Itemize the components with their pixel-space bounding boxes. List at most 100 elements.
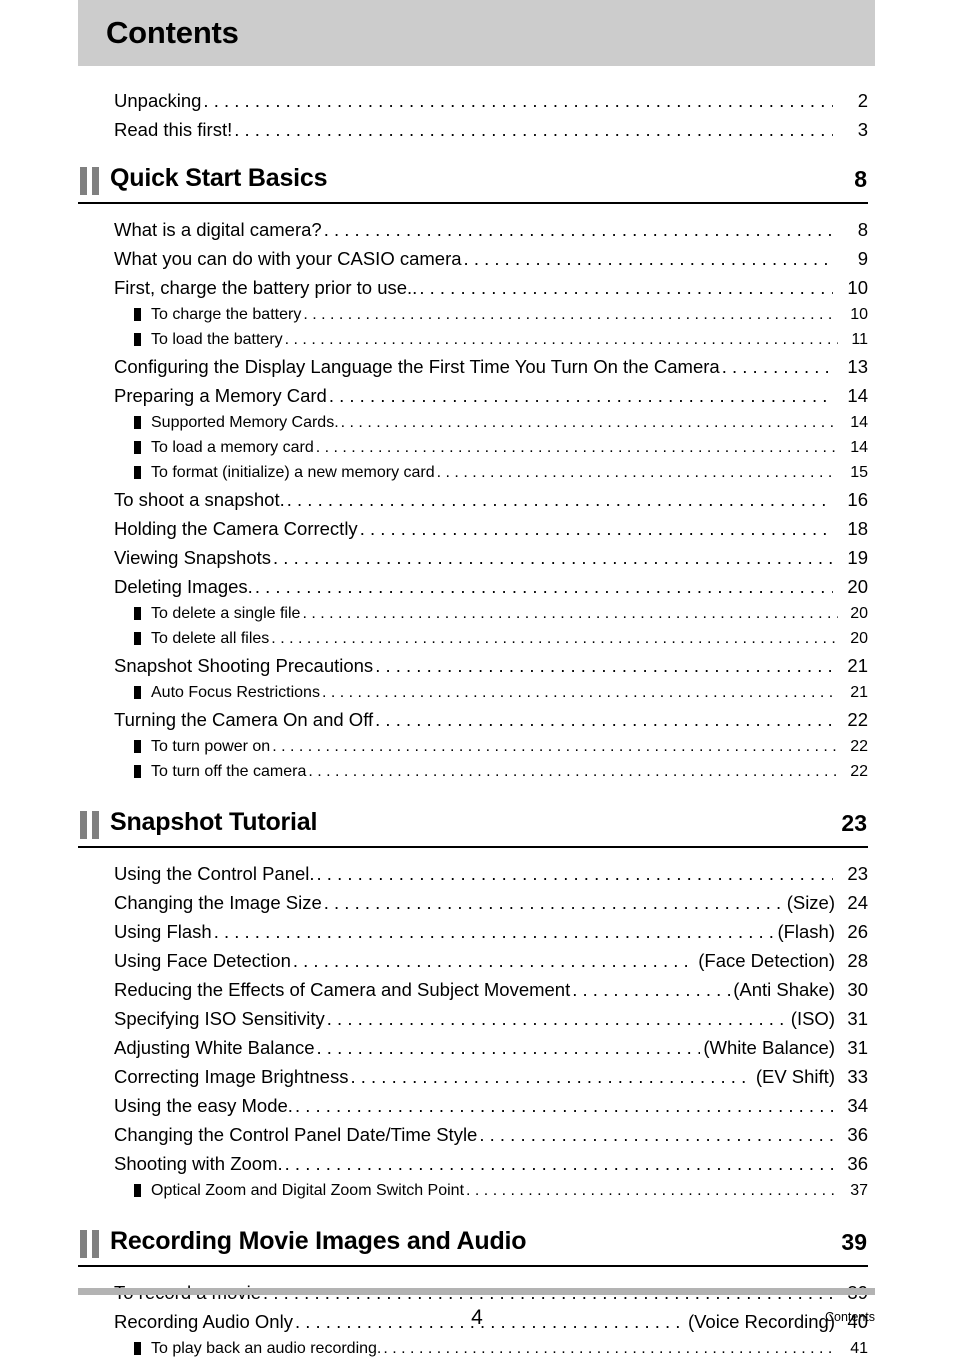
toc-entry[interactable]: Turning the Camera On and Off 22 (114, 705, 868, 734)
toc-entry-page-number: 14 (847, 385, 868, 406)
toc-leader-dots (464, 244, 833, 273)
footer-divider (78, 1288, 875, 1295)
toc-entry-page-number: 24 (847, 892, 868, 913)
toc-entry-label: Configuring the Display Language the Fir… (114, 356, 720, 377)
toc-entry[interactable]: Supported Memory Cards. 14 (132, 410, 868, 435)
toc-leader-dots (293, 946, 695, 975)
toc-entry-page-number: 2 (857, 90, 868, 111)
toc-entry[interactable]: First, charge the battery prior to use..… (114, 273, 868, 302)
double-bar-icon (80, 811, 101, 839)
toc-entry[interactable]: To shoot a snapshot. 16 (114, 485, 868, 514)
toc-entry-label: To charge the battery (151, 306, 302, 323)
toc-entry-label: Using Face Detection (114, 950, 291, 971)
toc-section-header[interactable]: Snapshot Tutorial 23 (78, 806, 868, 848)
toc-leader-dots (302, 601, 838, 626)
square-bullet-icon (134, 686, 141, 699)
toc-entry[interactable]: Correcting Image Brightness (EV Shift) 33 (114, 1062, 868, 1091)
toc-entry[interactable]: To play back an audio recording. 41 (132, 1336, 868, 1361)
square-bullet-icon (134, 308, 141, 321)
toc-leader-dots (327, 1004, 788, 1033)
toc-leader-dots (329, 381, 833, 410)
toc-section-header[interactable]: Recording Movie Images and Audio 39 (78, 1225, 868, 1267)
toc-entry[interactable]: Reducing the Effects of Camera and Subje… (114, 975, 868, 1004)
toc-entry-aux-label: (ISO) (790, 1008, 835, 1029)
toc-leader-dots (295, 1091, 833, 1120)
toc-leader-dots (271, 626, 838, 651)
toc-entry-page-number: 11 (851, 331, 868, 348)
toc-entry[interactable]: Shooting with Zoom. 36 (114, 1149, 868, 1178)
toc-entry-label: Preparing a Memory Card (114, 385, 327, 406)
toc-entry-aux-label: (Anti Shake) (733, 979, 835, 1000)
toc-entry[interactable]: What is a digital camera? 8 (114, 215, 868, 244)
toc-entry[interactable]: Using Flash (Flash) 26 (114, 917, 868, 946)
toc-entry[interactable]: To delete all files 20 (132, 626, 868, 651)
footer-chapter-label: Contents (824, 1310, 875, 1324)
toc-leader-dots (285, 327, 838, 352)
toc-entry[interactable]: Configuring the Display Language the Fir… (114, 352, 868, 381)
toc-leader-dots (317, 859, 833, 888)
toc-entry[interactable]: Using Face Detection (Face Detection) 28 (114, 946, 868, 975)
toc-entry-label: Auto Focus Restrictions (151, 684, 320, 701)
toc-entry[interactable]: Read this first! 3 (114, 115, 868, 144)
toc-entry-page-number: 8 (857, 219, 868, 240)
toc-leader-dots (273, 543, 833, 572)
toc-section-title: Quick Start Basics (110, 164, 328, 192)
square-bullet-icon (134, 1184, 141, 1197)
toc-entry[interactable]: Specifying ISO Sensitivity (ISO) 31 (114, 1004, 868, 1033)
toc-entry-page-number: 22 (847, 709, 868, 730)
square-bullet-icon (134, 333, 141, 346)
toc-section-header[interactable]: Quick Start Basics 8 (78, 162, 868, 204)
toc-section-title: Snapshot Tutorial (110, 808, 318, 836)
toc-entry[interactable]: To load the battery 11 (132, 327, 868, 352)
toc-entry[interactable]: Optical Zoom and Digital Zoom Switch Poi… (132, 1178, 868, 1203)
toc-entry[interactable]: Deleting Images. 20 (114, 572, 868, 601)
double-bar-icon (80, 1230, 101, 1258)
toc-entry-page-number: 9 (857, 248, 868, 269)
toc-entry-label: Using the Control Panel. (114, 863, 315, 884)
toc-entry[interactable]: To load a memory card 14 (132, 435, 868, 460)
toc-entry-label: Correcting Image Brightness (114, 1066, 349, 1087)
toc-leader-dots (285, 1149, 833, 1178)
toc-entry[interactable]: Preparing a Memory Card 14 (114, 381, 868, 410)
toc-entry-label: Read this first! (114, 119, 233, 140)
toc-entry[interactable]: To turn off the camera 22 (132, 759, 868, 784)
toc-entry-page-number: 30 (847, 979, 868, 1000)
toc-entry-page-number: 28 (847, 950, 868, 971)
toc-entry[interactable]: Auto Focus Restrictions 21 (132, 680, 868, 705)
toc-section-title: Recording Movie Images and Audio (110, 1227, 527, 1255)
toc-entry-page-number: 22 (850, 738, 868, 755)
toc-entry[interactable]: To delete a single file 20 (132, 601, 868, 626)
toc-entry-label: First, charge the battery prior to use.. (114, 277, 418, 298)
toc-entry-aux-label: (EV Shift) (755, 1066, 835, 1087)
toc-sections: Quick Start Basics 8 What is a digital cam… (78, 162, 875, 1365)
toc-entry[interactable]: To charge the battery 10 (132, 302, 868, 327)
square-bullet-icon (134, 1342, 141, 1355)
toc-entry[interactable]: Unpacking 2 (114, 86, 868, 115)
toc-entry-label: To shoot a snapshot. (114, 489, 285, 510)
toc-leader-dots (383, 1336, 838, 1361)
toc-entry[interactable]: Viewing Snapshots 19 (114, 543, 868, 572)
toc-entry-page-number: 3 (857, 119, 868, 140)
toc-entry[interactable]: Using the easy Mode. 34 (114, 1091, 868, 1120)
toc-leader-dots (255, 572, 833, 601)
toc-entry[interactable]: Snapshot Shooting Precautions 21 (114, 651, 868, 680)
toc-entry[interactable]: Changing the Image Size (Size) 24 (114, 888, 868, 917)
toc-leader-dots (350, 1062, 752, 1091)
toc-section-page-number: 8 (854, 166, 867, 192)
toc-entry[interactable]: Holding the Camera Correctly 18 (114, 514, 868, 543)
toc-section-page-number: 23 (841, 810, 867, 836)
toc-entry[interactable]: Adjusting White Balance (White Balance) 31 (114, 1033, 868, 1062)
toc-entry-label: Deleting Images. (114, 576, 253, 597)
toc-leader-dots (303, 302, 838, 327)
square-bullet-icon (134, 740, 141, 753)
toc-entry[interactable]: Using the Control Panel. 23 (114, 859, 868, 888)
toc-entry-label: To delete all files (151, 630, 270, 647)
toc-entry[interactable]: Changing the Control Panel Date/Time Sty… (114, 1120, 868, 1149)
toc-entry-label: To play back an audio recording. (151, 1340, 382, 1357)
toc-entry[interactable]: To format (initialize) a new memory card… (132, 460, 868, 485)
toc-entry-label: Unpacking (114, 90, 202, 111)
toc-entry[interactable]: What you can do with your CASIO camera 9 (114, 244, 868, 273)
toc-entry-page-number: 34 (847, 1095, 868, 1116)
toc-entry[interactable]: To turn power on 22 (132, 734, 868, 759)
toc-entry-page-number: 23 (847, 863, 868, 884)
